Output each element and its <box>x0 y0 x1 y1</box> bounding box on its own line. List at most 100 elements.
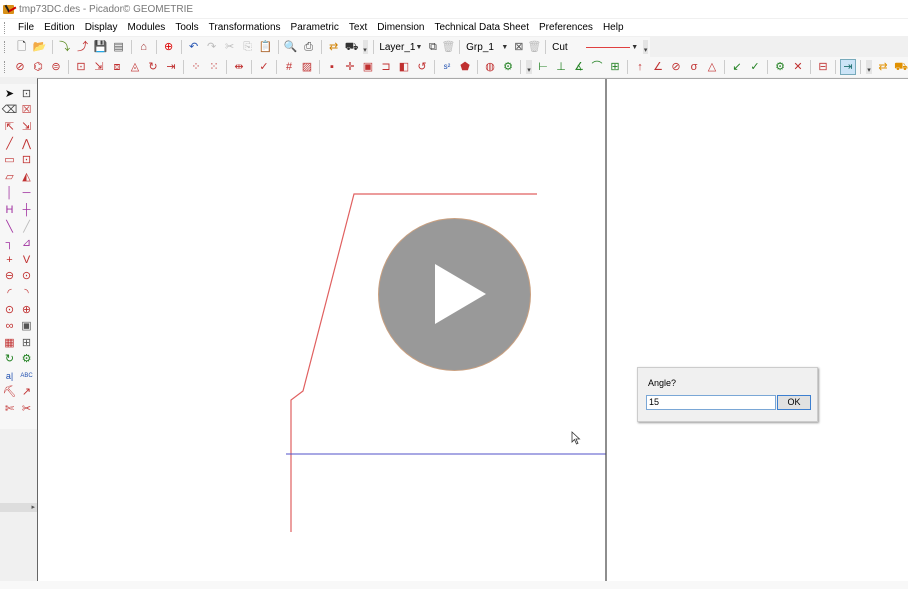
import-icon[interactable]: ⤵ <box>57 39 73 55</box>
arc-left-icon[interactable]: ◜ <box>1 285 18 302</box>
curve-icon[interactable]: ↺ <box>414 59 430 75</box>
oblique-gray-icon[interactable]: ╱ <box>18 219 35 236</box>
layers-icon[interactable]: ◍ <box>482 59 498 75</box>
transfer2-icon[interactable]: ⇄ <box>875 59 891 75</box>
settings-green-icon[interactable]: ⚙ <box>500 59 516 75</box>
menu-file[interactable]: File <box>13 22 39 33</box>
select-multi-icon[interactable]: ⇲ <box>18 119 35 136</box>
layer-combo[interactable]: Layer_1 ▼ <box>376 39 426 55</box>
parallelogram-icon[interactable]: ▱ <box>1 169 18 186</box>
abc-text-icon[interactable]: ABC <box>18 368 35 385</box>
copy-icon[interactable]: ⎘ <box>240 39 256 55</box>
hatch-icon[interactable]: ▨ <box>299 59 315 75</box>
redo-icon[interactable]: ↷ <box>204 39 220 55</box>
line-icon[interactable]: ╱ <box>1 136 18 153</box>
transfer-icon[interactable]: ⇄ <box>326 39 342 55</box>
plot-settings-icon[interactable]: ⌂ <box>136 39 152 55</box>
scroll-right-icon[interactable]: ▸ <box>31 503 35 511</box>
toolbar-grip[interactable] <box>4 41 7 53</box>
print-preview-icon[interactable]: 🔍 <box>283 39 299 55</box>
new-layer-icon[interactable]: ⧉ <box>426 39 439 55</box>
menu-modules[interactable]: Modules <box>123 22 171 33</box>
vertical-line-icon[interactable]: │ <box>1 186 18 203</box>
ellipse-icon[interactable]: ⊙ <box>1 302 18 319</box>
delete-group-icon[interactable]: 🗑 <box>527 39 541 55</box>
gear-green-icon[interactable]: ⚙ <box>18 352 35 369</box>
dim-angle-icon[interactable]: ∡ <box>571 59 587 75</box>
delete-segment-icon[interactable]: ⊘ <box>12 59 28 75</box>
zoom-window-icon[interactable]: ⊡ <box>18 86 35 103</box>
break-icon[interactable]: ⊜ <box>48 59 64 75</box>
polyline-icon[interactable]: ⋀ <box>18 136 35 153</box>
image-frame-icon[interactable]: ▣ <box>18 318 35 335</box>
copy-window-icon[interactable]: ⧈ <box>109 59 125 75</box>
check-icon[interactable]: ✓ <box>256 59 272 75</box>
menu-tools[interactable]: Tools <box>170 22 203 33</box>
frame-icon[interactable]: ⊟ <box>815 59 831 75</box>
new-file-icon[interactable]: 🗋 <box>14 39 30 55</box>
link-icon[interactable]: ∞ <box>1 318 18 335</box>
rotate-icon[interactable]: ↻ <box>145 59 161 75</box>
rectangle-icon[interactable]: ▭ <box>1 152 18 169</box>
delete-box-icon[interactable]: ☒ <box>18 103 35 120</box>
cross-icon[interactable]: ┼ <box>18 202 35 219</box>
menu-text[interactable]: Text <box>344 22 372 33</box>
block-frame-icon[interactable]: ⊞ <box>18 335 35 352</box>
v-shape-icon[interactable]: V <box>18 252 35 269</box>
arrow-up-icon[interactable]: ↑ <box>632 59 648 75</box>
toolbar-overflow-button[interactable]: ▾ <box>526 60 532 74</box>
menu-display[interactable]: Display <box>80 22 123 33</box>
arrows-active-icon[interactable]: ⇥ <box>840 59 856 75</box>
save-as-icon[interactable]: ▤ <box>111 39 127 55</box>
triangle-icon[interactable]: △ <box>704 59 720 75</box>
undo-icon[interactable]: ↶ <box>186 39 202 55</box>
dim-vertical-icon[interactable]: ⊥ <box>553 59 569 75</box>
angle-icon[interactable]: ∠ <box>650 59 666 75</box>
menu-dimension[interactable]: Dimension <box>372 22 429 33</box>
join-icon[interactable]: ⇹ <box>231 59 247 75</box>
square-icon[interactable]: s² <box>439 59 455 75</box>
cross-snap-icon[interactable]: ✛ <box>342 59 358 75</box>
menu-parametric[interactable]: Parametric <box>286 22 344 33</box>
diameter-icon[interactable]: ⊘ <box>668 59 684 75</box>
select-window-icon[interactable]: ⊡ <box>73 59 89 75</box>
cursor-box-icon[interactable]: ◧ <box>396 59 412 75</box>
paste-icon[interactable]: 📋 <box>258 39 274 55</box>
menu-transformations[interactable]: Transformations <box>204 22 286 33</box>
machine-icon[interactable]: ⛟ <box>344 39 360 55</box>
attribute-combo[interactable]: Cut ▼ <box>549 39 642 55</box>
video-play-button[interactable] <box>378 218 531 371</box>
arc-right-icon[interactable]: ◝ <box>18 285 35 302</box>
menu-edition[interactable]: Edition <box>39 22 80 33</box>
leader-icon[interactable]: ↙ <box>729 59 745 75</box>
menu-preferences[interactable]: Preferences <box>534 22 598 33</box>
machine2-icon[interactable]: ⛟ <box>893 59 908 75</box>
scissors-icon[interactable]: ✂ <box>18 401 35 418</box>
new-group-icon[interactable]: ⊠ <box>512 39 525 55</box>
toolbar-overflow-button[interactable]: ▾ <box>643 40 649 54</box>
point-snap-icon[interactable]: ▪ <box>324 59 340 75</box>
toolbar-scroll[interactable]: ▸ <box>0 503 37 512</box>
dim-settings-icon[interactable]: ⚙ <box>772 59 788 75</box>
bracket-icon[interactable]: ⊐ <box>378 59 394 75</box>
select-arrow-icon[interactable]: ➤ <box>1 86 18 103</box>
print-icon[interactable]: ⎙ <box>301 39 317 55</box>
select-red-icon[interactable]: ⇱ <box>1 119 18 136</box>
eraser-icon[interactable]: ⌫ <box>1 103 18 120</box>
add-red-icon[interactable]: ⊕ <box>161 39 177 55</box>
cut-line-icon[interactable]: ✄ <box>1 401 18 418</box>
toolbar-overflow-button[interactable]: ▾ <box>362 40 368 54</box>
modify-icon[interactable]: ⌬ <box>30 59 46 75</box>
arc-green-icon[interactable]: ↻ <box>1 352 18 369</box>
cut-icon[interactable]: ✂ <box>222 39 238 55</box>
save-icon[interactable]: 💾 <box>93 39 109 55</box>
chamfer-icon[interactable]: ⊿ <box>18 235 35 252</box>
h-beam-icon[interactable]: H <box>1 202 18 219</box>
menu-technical-data-sheet[interactable]: Technical Data Sheet <box>430 22 535 33</box>
move-icon[interactable]: ⇲ <box>91 59 107 75</box>
oblique-line-icon[interactable]: ╲ <box>1 219 18 236</box>
array-icon[interactable]: ⁘ <box>188 59 204 75</box>
toolbar-overflow-button[interactable]: ▾ <box>866 60 872 74</box>
circle-split-icon[interactable]: ⊖ <box>1 269 18 286</box>
circle-radius-icon[interactable]: ⊕ <box>18 302 35 319</box>
